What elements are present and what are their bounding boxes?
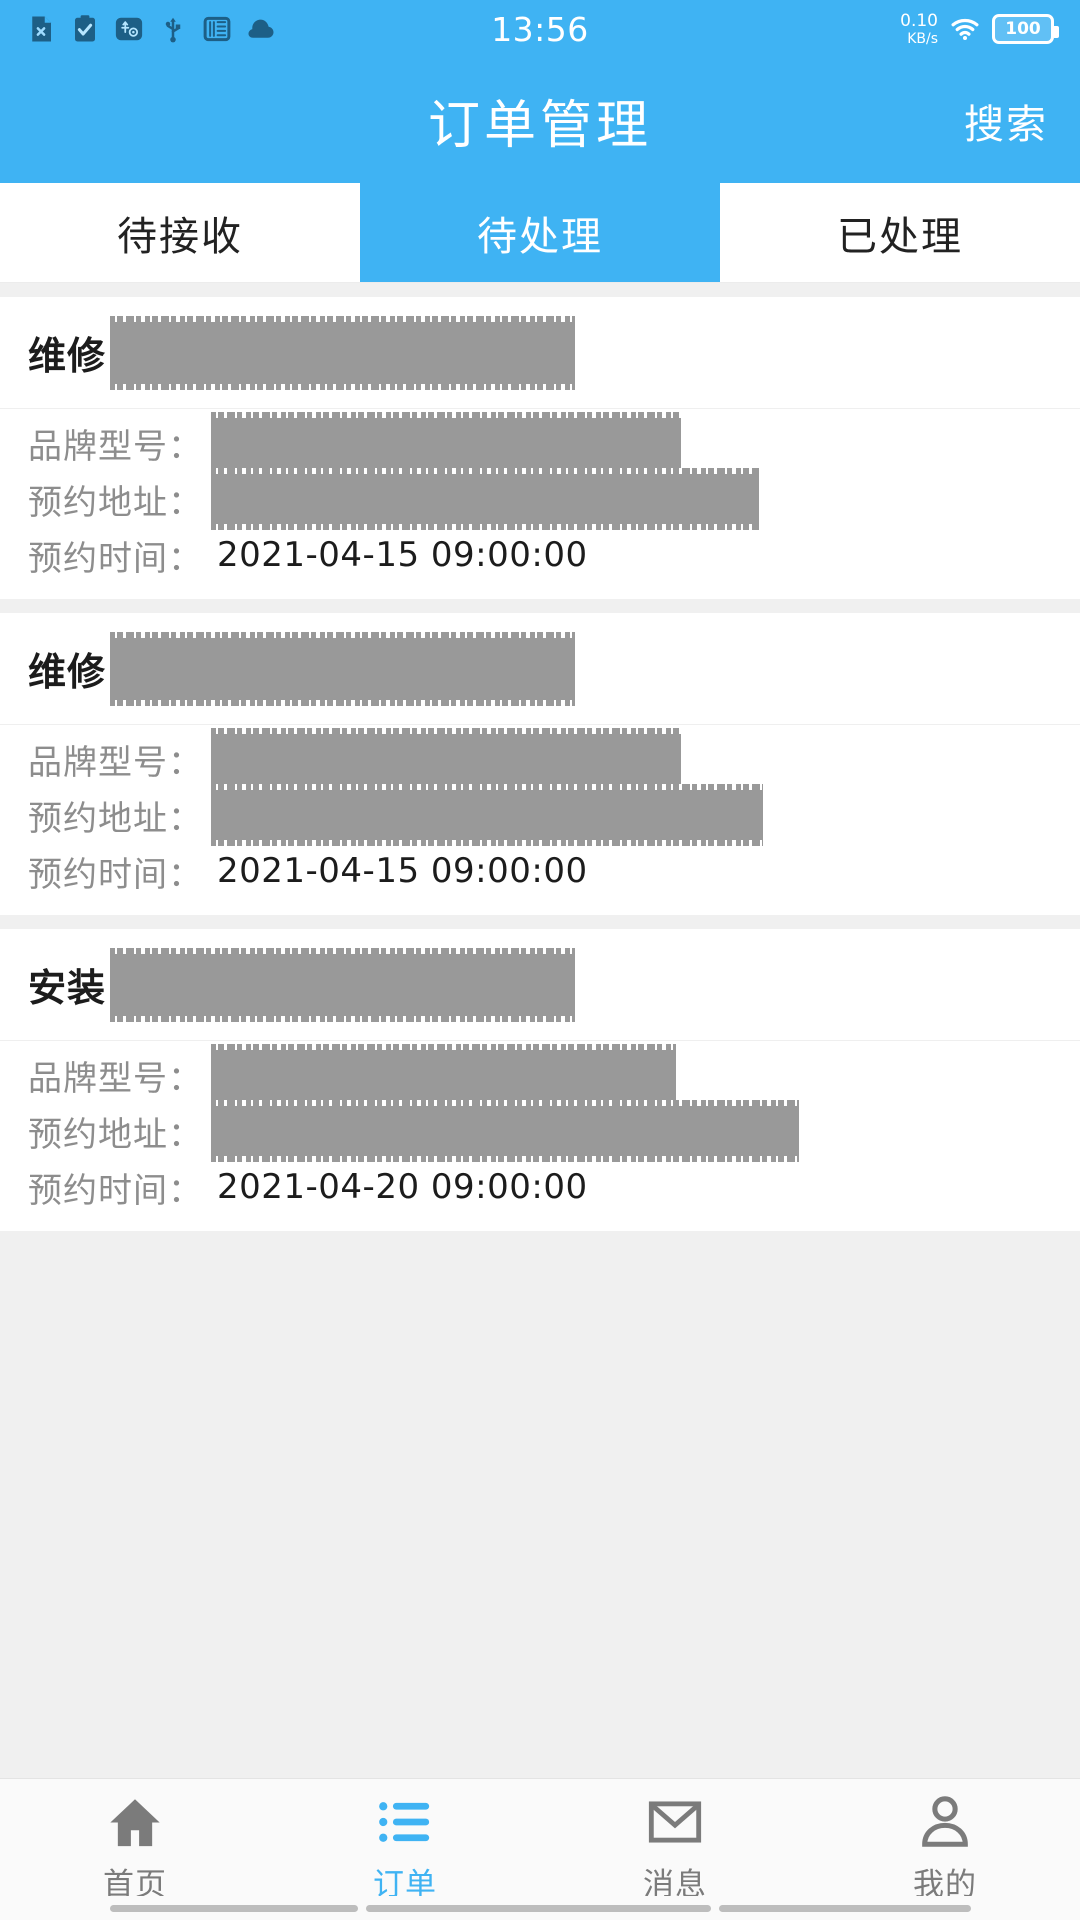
order-field-address: 预约地址： <box>0 1100 1080 1162</box>
field-label-time: 预约时间： <box>28 854 203 895</box>
tab-processed[interactable]: 已处理 <box>720 183 1080 282</box>
home-icon <box>110 1799 160 1847</box>
field-value-brand-model-redacted <box>211 728 681 790</box>
order-title-redacted <box>110 947 576 1022</box>
order-card[interactable]: 安装 品牌型号： 预约地址： 预约时间： 2021-04-20 09:00:00 <box>0 929 1080 1231</box>
document-error-icon <box>32 16 51 42</box>
usb-icon <box>165 17 181 43</box>
battery-icon: 100 <box>992 14 1059 44</box>
nav-item-messages[interactable]: 消息 <box>540 1793 810 1904</box>
order-card[interactable]: 维修 品牌型号： 预约地址： 预约时间： 2021-04-15 09:00:00 <box>0 297 1080 599</box>
envelope-icon <box>648 1801 702 1843</box>
field-value-time: 2021-04-15 09:00:00 <box>217 535 588 575</box>
list-icon <box>379 1802 430 1842</box>
wei-app-icon <box>203 16 231 42</box>
field-value-brand-model-redacted <box>211 412 681 474</box>
list-spacer <box>0 915 1080 929</box>
status-bar-left-icons <box>26 14 276 44</box>
usb-debug-settings-icon <box>115 17 143 41</box>
order-type-label: 维修 <box>28 650 107 694</box>
order-list[interactable]: 维修 品牌型号： 预约地址： 预约时间： 2021-04-15 09:00:00… <box>0 283 1080 1778</box>
person-icon <box>922 1796 968 1847</box>
list-spacer <box>0 599 1080 613</box>
field-value-time: 2021-04-15 09:00:00 <box>217 851 588 891</box>
order-card-header: 维修 <box>0 613 1080 725</box>
field-value-address-redacted <box>211 1100 799 1162</box>
order-title-redacted <box>110 631 576 706</box>
network-speed-value: 0.10 <box>900 10 938 31</box>
order-field-brand-model: 品牌型号： <box>0 412 1080 474</box>
field-label-address: 预约地址： <box>28 798 203 839</box>
order-card-body: 品牌型号： 预约地址： 预约时间： 2021-04-15 09:00:00 <box>0 409 1080 599</box>
field-label-address: 预约地址： <box>28 482 203 523</box>
nav-item-profile[interactable]: 我的 <box>810 1793 1080 1904</box>
field-label-brand-model: 品牌型号： <box>28 1058 203 1099</box>
tab-pending-receive[interactable]: 待接收 <box>0 183 360 282</box>
order-card-body: 品牌型号： 预约地址： 预约时间： 2021-04-20 09:00:00 <box>0 1041 1080 1231</box>
clipboard-check-icon <box>75 15 95 42</box>
order-field-time: 预约时间： 2021-04-15 09:00:00 <box>0 843 1080 899</box>
order-field-address: 预约地址： <box>0 468 1080 530</box>
order-title-redacted <box>110 315 576 390</box>
order-card-header: 维修 <box>0 297 1080 409</box>
status-bar-right-icons: 0.10 KB/s 100 <box>900 10 1059 47</box>
nav-item-orders[interactable]: 订单 <box>270 1793 540 1904</box>
network-speed: 0.10 KB/s <box>900 10 938 47</box>
order-card-header: 安装 <box>0 929 1080 1041</box>
order-field-brand-model: 品牌型号： <box>0 1044 1080 1106</box>
order-field-time: 预约时间： 2021-04-20 09:00:00 <box>0 1159 1080 1215</box>
tab-pending-process[interactable]: 待处理 <box>360 183 720 282</box>
field-value-time: 2021-04-20 09:00:00 <box>217 1167 588 1207</box>
nav-item-home[interactable]: 首页 <box>0 1793 270 1904</box>
battery-level: 100 <box>1005 19 1041 39</box>
field-value-brand-model-redacted <box>211 1044 676 1106</box>
system-gesture-bar <box>0 1896 1080 1920</box>
app-bar: 订单管理 搜索 <box>0 58 1080 183</box>
gesture-back-handle[interactable] <box>109 1904 358 1912</box>
gesture-recents-handle[interactable] <box>718 1904 971 1912</box>
page-title: 订单管理 <box>427 96 652 156</box>
field-value-address-redacted <box>211 468 759 530</box>
field-label-time: 预约时间： <box>28 538 203 579</box>
search-button[interactable]: 搜索 <box>960 86 1052 156</box>
order-card[interactable]: 维修 品牌型号： 预约地址： 预约时间： 2021-04-15 09:00:00 <box>0 613 1080 915</box>
network-speed-unit: KB/s <box>907 30 938 47</box>
status-bar: 13:56 0.10 KB/s 100 <box>0 0 1080 58</box>
order-type-label: 安装 <box>28 966 107 1010</box>
list-empty-area <box>0 1231 1080 1778</box>
wifi-icon <box>951 18 979 40</box>
order-card-body: 品牌型号： 预约地址： 预约时间： 2021-04-15 09:00:00 <box>0 725 1080 915</box>
cloud-icon <box>248 19 274 38</box>
field-label-time: 预约时间： <box>28 1170 203 1211</box>
tab-bar: 待接收 待处理 已处理 <box>0 183 1080 283</box>
order-field-time: 预约时间： 2021-04-15 09:00:00 <box>0 527 1080 583</box>
order-field-brand-model: 品牌型号： <box>0 728 1080 790</box>
order-type-label: 维修 <box>28 334 107 378</box>
field-label-address: 预约地址： <box>28 1114 203 1155</box>
field-label-brand-model: 品牌型号： <box>28 742 203 783</box>
order-field-address: 预约地址： <box>0 784 1080 846</box>
status-bar-clock: 13:56 <box>491 9 589 49</box>
gesture-home-handle[interactable] <box>365 1904 711 1912</box>
field-label-brand-model: 品牌型号： <box>28 426 203 467</box>
list-spacer <box>0 283 1080 297</box>
field-value-address-redacted <box>211 784 763 846</box>
